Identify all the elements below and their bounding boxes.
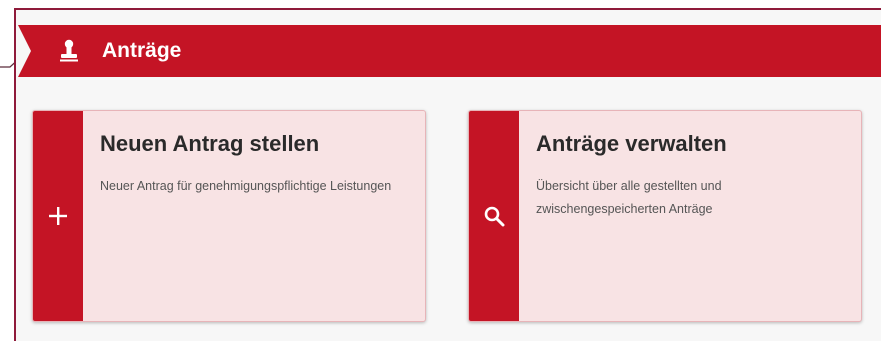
page-frame: Anträge Neuen Antrag stellen Neuer Antra… [14, 8, 881, 341]
card-stripe [469, 111, 519, 321]
card-title: Anträge verwalten [536, 131, 727, 156]
page-title: Anträge [102, 39, 182, 62]
card-description: Übersicht über alle gestellten und zwisc… [536, 179, 722, 216]
new-application-card[interactable]: Neuen Antrag stellen Neuer Antrag für ge… [32, 110, 426, 322]
plus-icon [49, 207, 67, 225]
stamp-icon [60, 39, 78, 62]
card-title: Neuen Antrag stellen [100, 131, 320, 156]
card-stripe [33, 111, 83, 321]
section-header: Anträge [18, 25, 881, 77]
manage-applications-card[interactable]: Anträge verwalten Übersicht über alle ge… [468, 110, 862, 322]
search-icon [484, 206, 505, 227]
card-description: Neuer Antrag für genehmigungspflichtige … [100, 179, 392, 193]
header-notch [18, 25, 31, 77]
